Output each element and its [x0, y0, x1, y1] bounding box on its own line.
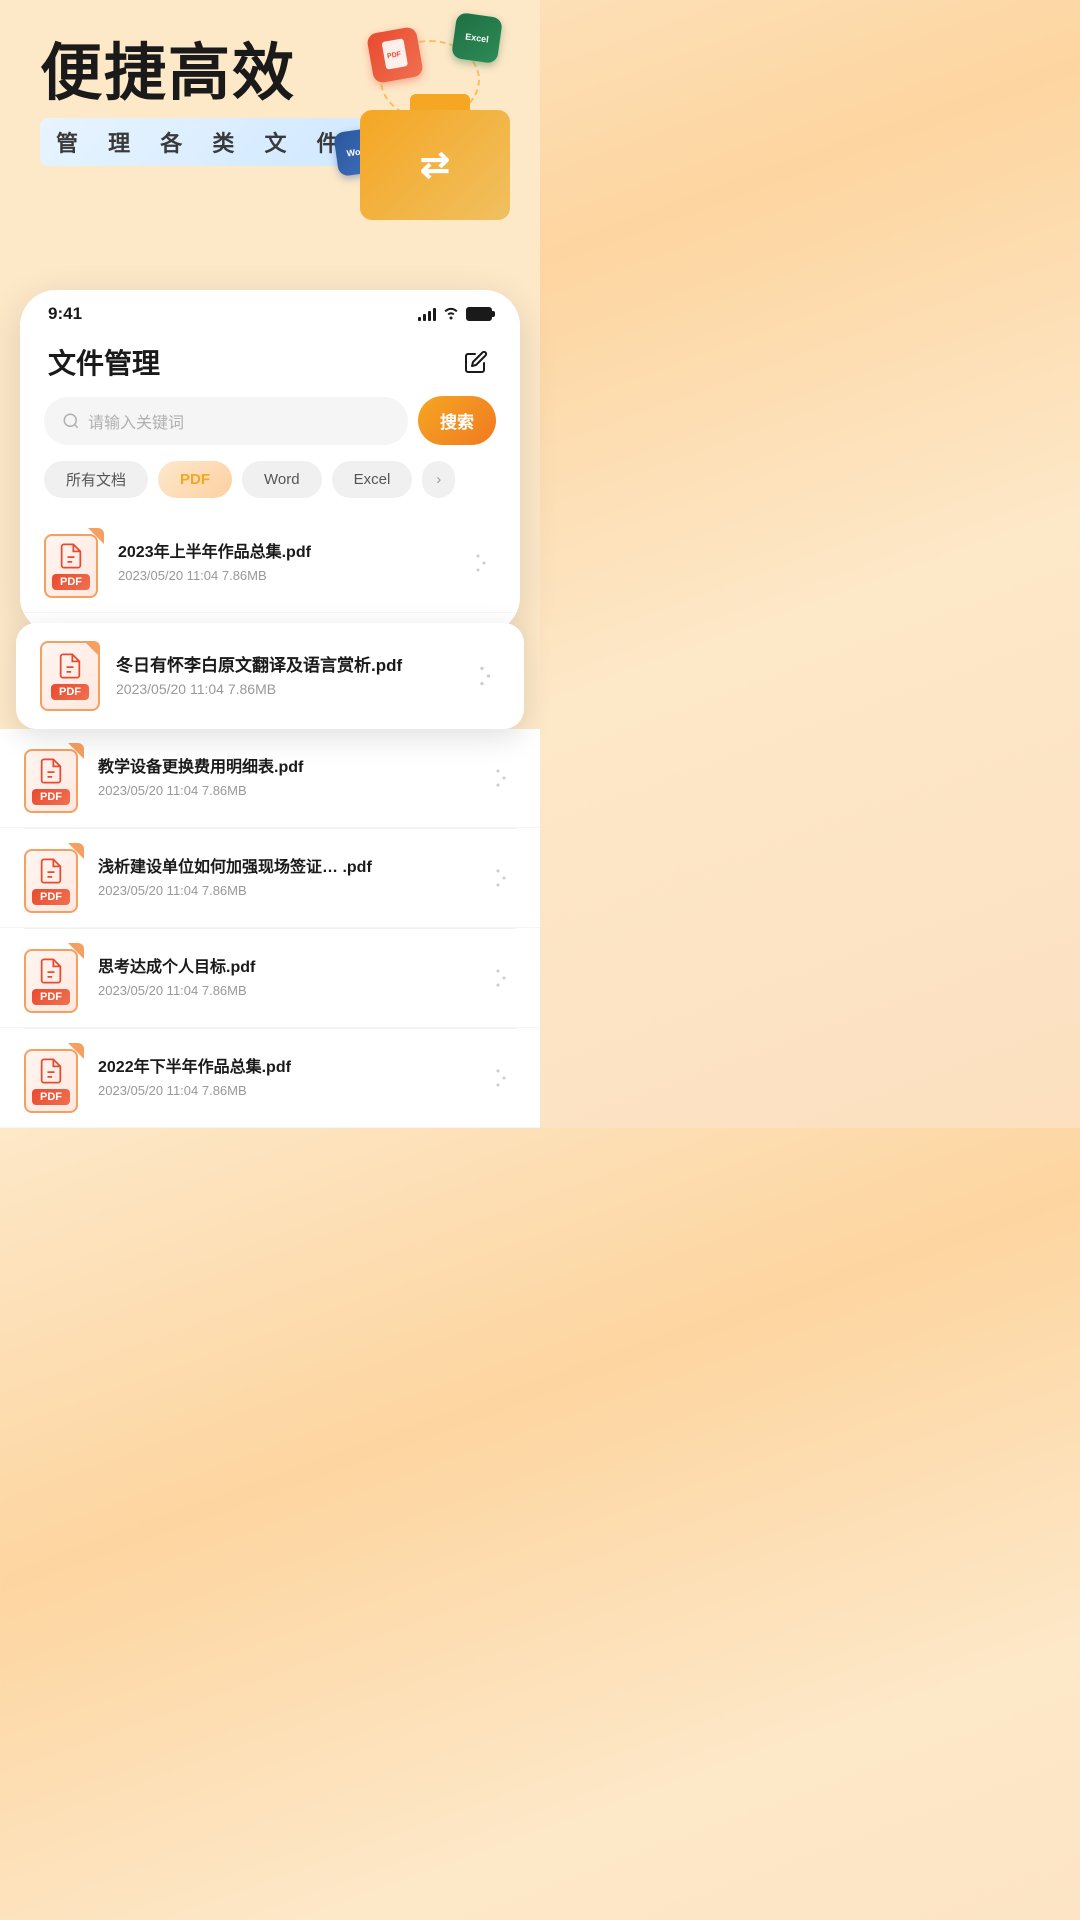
- hero-illustration: PDF Excel Word ⇄: [320, 10, 520, 230]
- main-content: 便捷高效 管 理 各 类 文 件 PDF Ex: [0, 0, 540, 1128]
- file-info: 教学设备更换费用明细表.pdf 2023/05/20 11:04 7.86MB: [98, 758, 466, 798]
- file-info: 思考达成个人目标.pdf 2023/05/20 11:04 7.86MB: [98, 958, 466, 998]
- more-options-button[interactable]: [480, 860, 516, 896]
- file-item[interactable]: PDF 2022年下半年作品总集.pdf 2023/05/20 11:04 7.…: [0, 1029, 540, 1128]
- dots-icon: [486, 866, 510, 890]
- file-item[interactable]: PDF 浅析建设单位如何加强现场签证… .pdf 2023/05/20 11:0…: [0, 829, 540, 928]
- file-icon: PDF: [44, 528, 104, 598]
- remaining-files: PDF 教学设备更换费用明细表.pdf 2023/05/20 11:04 7.8…: [0, 729, 540, 1128]
- search-bar: 请输入关键词 搜索: [44, 396, 496, 445]
- dots-icon: [486, 966, 510, 990]
- file-name: 浅析建设单位如何加强现场签证… .pdf: [98, 858, 466, 879]
- filter-tab-excel[interactable]: Excel: [332, 461, 413, 498]
- more-options-button[interactable]: [460, 545, 496, 581]
- floating-more-options-button[interactable]: [464, 658, 500, 694]
- dots-icon: [486, 1066, 510, 1090]
- filter-tab-more[interactable]: ›: [422, 461, 455, 498]
- pdf-svg: [57, 542, 85, 570]
- pdf-svg: [37, 957, 65, 985]
- dots-icon: [486, 766, 510, 790]
- folder-illustration: PDF Excel Word ⇄: [320, 10, 520, 230]
- pdf-svg: [56, 652, 84, 680]
- hero-section: 便捷高效 管 理 各 类 文 件 PDF Ex: [0, 0, 540, 280]
- more-options-button[interactable]: [480, 1060, 516, 1096]
- file-icon: PDF: [24, 843, 84, 913]
- file-name: 思考达成个人目标.pdf: [98, 958, 466, 979]
- floating-file-meta: 2023/05/20 11:04 7.86MB: [116, 681, 448, 697]
- file-info: 2023年上半年作品总集.pdf 2023/05/20 11:04 7.86MB: [118, 543, 446, 583]
- pdf-file-icon-4: PDF: [24, 843, 84, 913]
- pdf-file-icon-3: PDF: [24, 743, 84, 813]
- status-icons: [418, 306, 492, 323]
- pdf-file-icon-6: PDF: [24, 1043, 84, 1113]
- floating-file-icon: PDF: [40, 641, 100, 711]
- folder-arrows-icon: ⇄: [420, 144, 450, 186]
- excel-badge-icon: Excel: [451, 12, 503, 64]
- more-options-button[interactable]: [480, 760, 516, 796]
- file-info: 2022年下半年作品总集.pdf 2023/05/20 11:04 7.86MB: [98, 1058, 466, 1098]
- app-header: 文件管理: [20, 332, 520, 396]
- excel-badge-label: Excel: [465, 31, 490, 44]
- pdf-label: PDF: [32, 1089, 70, 1105]
- pdf-svg: [37, 757, 65, 785]
- file-meta: 2023/05/20 11:04 7.86MB: [98, 883, 466, 898]
- file-name: 教学设备更换费用明细表.pdf: [98, 758, 466, 779]
- pdf-label-floating: PDF: [51, 684, 89, 700]
- hero-subtitle: 管 理 各 类 文 件: [40, 118, 367, 166]
- pdf-badge-label: PDF: [378, 36, 411, 73]
- pdf-svg: [37, 1057, 65, 1085]
- file-item[interactable]: PDF 2023年上半年作品总集.pdf 2023/05/20 11:04 7.…: [20, 514, 520, 613]
- file-meta: 2023/05/20 11:04 7.86MB: [98, 983, 466, 998]
- pdf-label: PDF: [32, 789, 70, 805]
- file-info: 浅析建设单位如何加强现场签证… .pdf 2023/05/20 11:04 7.…: [98, 858, 466, 898]
- filter-tab-word[interactable]: Word: [242, 461, 322, 498]
- filter-tab-pdf[interactable]: PDF: [158, 461, 232, 498]
- filter-tab-all[interactable]: 所有文档: [44, 461, 148, 498]
- search-placeholder: 请输入关键词: [88, 409, 184, 433]
- status-bar: 9:41: [20, 290, 520, 332]
- pdf-badge-icon: PDF: [366, 26, 424, 84]
- more-options-button[interactable]: [480, 960, 516, 996]
- pdf-label: PDF: [32, 889, 70, 905]
- pdf-file-icon: PDF: [44, 528, 104, 598]
- file-name: 2023年上半年作品总集.pdf: [118, 543, 446, 564]
- dots-icon: [466, 551, 490, 575]
- battery-icon: [466, 307, 492, 321]
- edit-button[interactable]: [460, 346, 492, 378]
- file-icon: PDF: [24, 1043, 84, 1113]
- file-name: 2022年下半年作品总集.pdf: [98, 1058, 466, 1079]
- pdf-label: PDF: [32, 989, 70, 1005]
- signal-icon: [418, 307, 436, 321]
- file-list: PDF 2023年上半年作品总集.pdf 2023/05/20 11:04 7.…: [20, 514, 520, 633]
- search-icon: [62, 412, 80, 430]
- pdf-file-icon-floating: PDF: [40, 641, 100, 711]
- pdf-label: PDF: [52, 574, 90, 590]
- pdf-svg: [37, 857, 65, 885]
- file-item[interactable]: PDF 思考达成个人目标.pdf 2023/05/20 11:04 7.86MB: [0, 929, 540, 1028]
- file-icon: PDF: [24, 743, 84, 813]
- phone-mockup: 9:41 文件管理: [20, 290, 520, 633]
- folder-body: ⇄: [360, 110, 510, 220]
- app-title: 文件管理: [48, 342, 160, 382]
- search-input-wrap[interactable]: 请输入关键词: [44, 397, 408, 445]
- filter-tabs: 所有文档 PDF Word Excel ›: [20, 461, 520, 514]
- file-item[interactable]: PDF 教学设备更换费用明细表.pdf 2023/05/20 11:04 7.8…: [0, 729, 540, 828]
- pdf-file-icon-5: PDF: [24, 943, 84, 1013]
- wifi-icon: [442, 306, 460, 323]
- floating-dots-icon: [469, 663, 495, 689]
- file-meta: 2023/05/20 11:04 7.86MB: [98, 1083, 466, 1098]
- floating-file-name: 冬日有怀李白原文翻译及语言赏析.pdf: [116, 655, 448, 677]
- file-meta: 2023/05/20 11:04 7.86MB: [98, 783, 466, 798]
- file-icon: PDF: [24, 943, 84, 1013]
- status-time: 9:41: [48, 304, 82, 324]
- search-button[interactable]: 搜索: [418, 396, 496, 445]
- floating-file-item[interactable]: PDF 冬日有怀李白原文翻译及语言赏析.pdf 2023/05/20 11:04…: [16, 623, 524, 729]
- file-meta: 2023/05/20 11:04 7.86MB: [118, 568, 446, 583]
- floating-file-info: 冬日有怀李白原文翻译及语言赏析.pdf 2023/05/20 11:04 7.8…: [116, 655, 448, 697]
